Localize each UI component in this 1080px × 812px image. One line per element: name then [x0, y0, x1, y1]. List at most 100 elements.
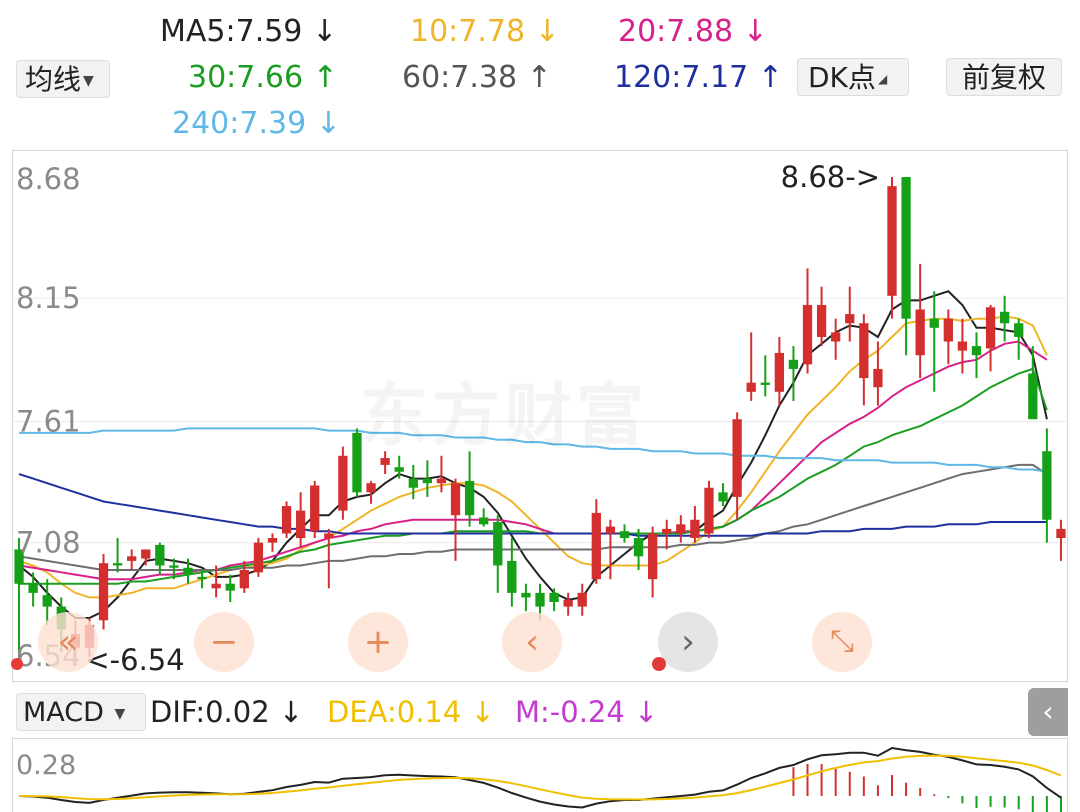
- candle-body: [887, 186, 897, 296]
- next-button[interactable]: ›: [658, 612, 718, 672]
- candle: [662, 519, 672, 550]
- candle-body: [169, 565, 179, 568]
- zoom-in-button[interactable]: +: [348, 612, 408, 672]
- candle: [845, 286, 855, 342]
- watermark: 东方财富: [360, 360, 648, 459]
- ma30-arrow-icon: ↑: [312, 60, 338, 95]
- candle: [112, 538, 123, 573]
- candle: [98, 554, 109, 630]
- candle: [338, 446, 348, 520]
- candle-body: [380, 458, 390, 465]
- candle: [521, 583, 531, 612]
- ma60-arrow-icon: ↑: [526, 60, 552, 95]
- candle-body: [845, 314, 855, 324]
- zoom-out-button[interactable]: −: [194, 612, 254, 672]
- candle: [28, 572, 38, 607]
- candle-body: [859, 323, 869, 379]
- candle-body: [324, 533, 334, 539]
- candle: [479, 508, 489, 527]
- candle: [957, 318, 968, 374]
- ma-type-label: 均线: [25, 63, 82, 96]
- candle: [253, 538, 264, 577]
- side-panel-toggle[interactable]: ‹: [1028, 688, 1068, 736]
- candle-body: [225, 583, 235, 591]
- candle-body: [310, 485, 320, 532]
- candle-body: [591, 512, 601, 580]
- candle: [267, 533, 278, 552]
- candle: [127, 549, 137, 571]
- candle-body: [633, 538, 644, 557]
- candle: [915, 263, 925, 379]
- candle: [422, 460, 433, 497]
- previous-button[interactable]: ‹: [502, 612, 562, 672]
- candle: [464, 451, 475, 527]
- fullscreen-button[interactable]: ⤡: [812, 612, 872, 672]
- dk-point-label: DK点: [808, 61, 876, 94]
- ma120-value: 120:7.17 ↑: [614, 60, 783, 96]
- candle: [324, 528, 334, 589]
- chevron-left-icon: ‹: [525, 622, 539, 662]
- dk-point-button[interactable]: DK点 ◢: [797, 58, 909, 96]
- dea-label: DEA:0.14: [327, 695, 462, 729]
- dea-arrow-icon: ↓: [470, 695, 495, 729]
- adjust-price-button[interactable]: 前复权: [946, 58, 1062, 96]
- chevron-left-icon: ‹: [1042, 695, 1054, 728]
- candle-body: [141, 549, 151, 559]
- candle-body: [957, 341, 968, 351]
- candle: [310, 480, 320, 539]
- ma240-arrow-icon: ↓: [315, 106, 341, 141]
- candle-body: [535, 592, 545, 607]
- ma20-arrow-icon: ↓: [742, 14, 768, 49]
- macd-dea-value: DEA:0.14 ↓: [327, 694, 495, 730]
- candle-body: [549, 592, 559, 603]
- candle: [295, 492, 306, 548]
- candle-body: [464, 480, 475, 516]
- candle: [887, 177, 897, 319]
- candle: [690, 506, 700, 543]
- ma20-label: 20:7.88: [618, 14, 734, 49]
- candle-body: [408, 478, 418, 488]
- candle: [619, 524, 630, 543]
- candle-body: [999, 311, 1010, 324]
- candle: [493, 515, 503, 593]
- candle: [1028, 346, 1038, 420]
- candle-body: [647, 533, 658, 580]
- candle: [591, 499, 601, 584]
- candle-body: [704, 487, 714, 534]
- ma-type-dropdown[interactable]: 均线 ▼: [16, 60, 110, 98]
- candle-body: [802, 304, 813, 365]
- candle-body: [281, 506, 292, 534]
- candle-body: [943, 318, 953, 342]
- y-tick-label: 7.08: [16, 526, 81, 560]
- candle-body: [718, 492, 728, 502]
- candle-body: [760, 382, 770, 385]
- ma240-value: 240:7.39 ↓: [172, 106, 341, 142]
- candle-body: [239, 570, 249, 589]
- corner-triangle-icon: ◢: [877, 72, 888, 86]
- candle: [746, 332, 756, 401]
- dropdown-caret-icon: ▼: [83, 73, 94, 89]
- candle: [563, 592, 573, 616]
- candle: [859, 314, 869, 406]
- candle-body: [422, 478, 433, 484]
- minus-icon: −: [209, 622, 239, 662]
- macd-indicator-dropdown[interactable]: MACD ▼: [16, 693, 146, 731]
- candle-body: [98, 563, 109, 621]
- candle-body: [197, 576, 207, 580]
- rewind-button[interactable]: «: [38, 612, 98, 672]
- candle-body: [746, 382, 756, 392]
- macd-m-value: M:-0.24 ↓: [515, 694, 658, 730]
- ma120-arrow-icon: ↑: [757, 60, 783, 95]
- candle-body: [929, 318, 939, 328]
- candle-body: [563, 599, 573, 607]
- candle-body: [788, 359, 799, 369]
- candle: [873, 341, 883, 406]
- candle-body: [915, 309, 925, 356]
- candle: [225, 574, 235, 603]
- y-tick-label: 8.68: [16, 162, 81, 196]
- candle-body: [211, 583, 221, 589]
- ma30-value: 30:7.66 ↑: [188, 60, 338, 96]
- candle-body: [662, 528, 672, 534]
- candle: [788, 346, 799, 401]
- candle: [1056, 519, 1066, 561]
